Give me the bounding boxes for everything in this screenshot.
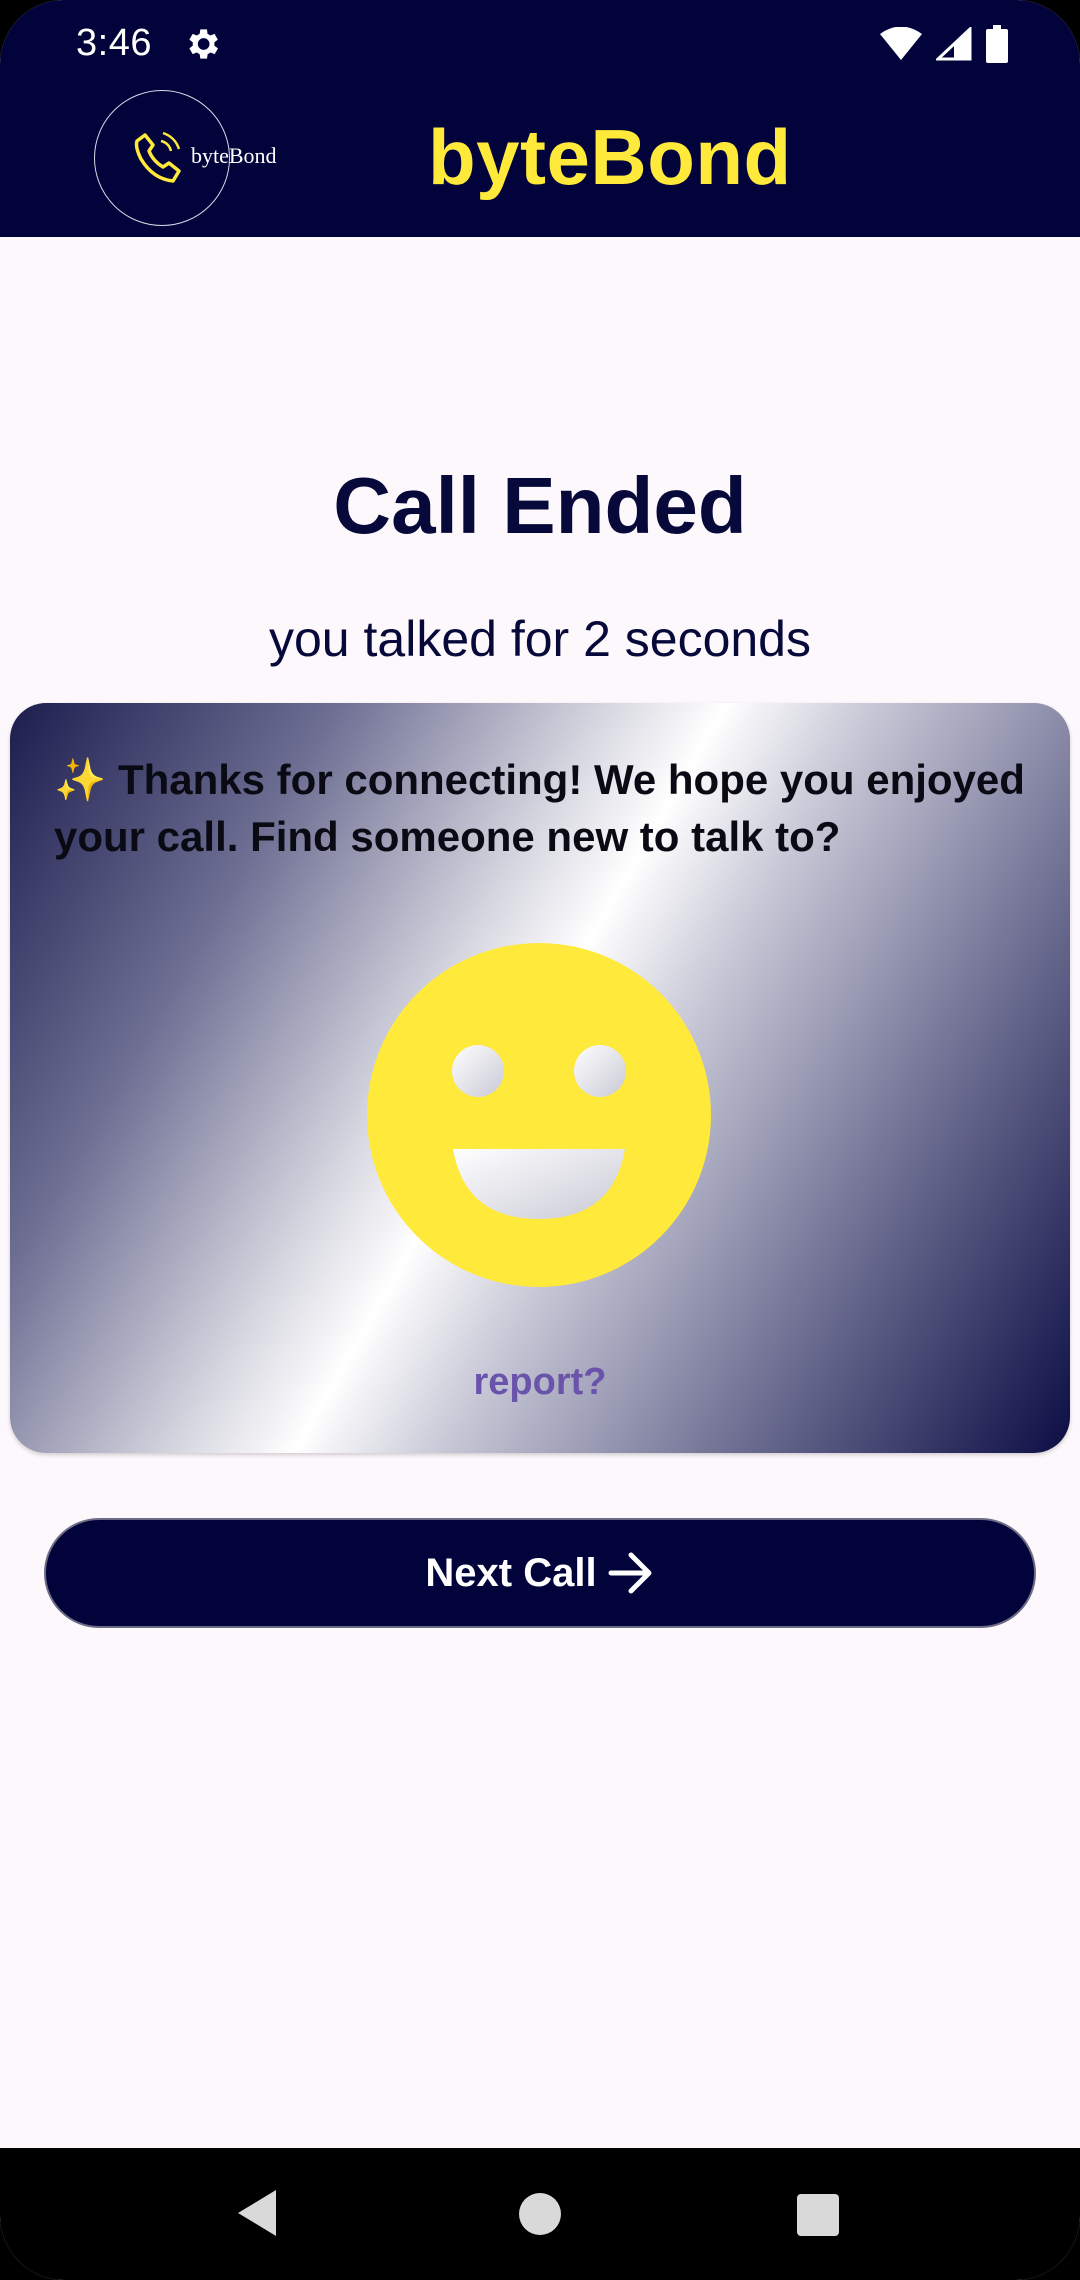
- back-icon[interactable]: [236, 2188, 280, 2238]
- call-summary-card: ✨ Thanks for connecting! We hope you enj…: [10, 703, 1070, 1453]
- system-nav-bar: [0, 2148, 1080, 2280]
- status-icons: [880, 24, 1008, 64]
- thanks-message: ✨ Thanks for connecting! We hope you enj…: [54, 756, 1025, 860]
- logo-text: byteBond: [191, 143, 277, 168]
- app-logo: byteBond: [94, 90, 277, 226]
- app-title: byteBond: [428, 113, 792, 201]
- phone-icon: [134, 131, 181, 183]
- call-duration-text: you talked for 2 seconds: [269, 611, 811, 667]
- app-header: 3:46 byteBond byteBond: [0, 0, 1080, 237]
- page-title: Call Ended: [333, 461, 747, 550]
- wifi-icon: [880, 27, 922, 60]
- next-call-label: Next Call: [425, 1550, 597, 1595]
- arrow-right-icon: [608, 1552, 652, 1594]
- recents-icon[interactable]: [797, 2194, 839, 2236]
- status-bar: 3:46: [0, 0, 1080, 88]
- signal-icon: [936, 27, 972, 61]
- report-link[interactable]: report?: [10, 1361, 1070, 1404]
- home-icon[interactable]: [518, 2192, 562, 2236]
- settings-icon: [189, 29, 218, 59]
- smiley-face-icon: [367, 943, 711, 1287]
- screen: 3:46 byteBond byteBond Call Ended you ta…: [0, 0, 1080, 2280]
- status-time: 3:46: [76, 22, 152, 64]
- battery-icon: [986, 25, 1008, 63]
- next-call-button[interactable]: Next Call: [44, 1518, 1036, 1628]
